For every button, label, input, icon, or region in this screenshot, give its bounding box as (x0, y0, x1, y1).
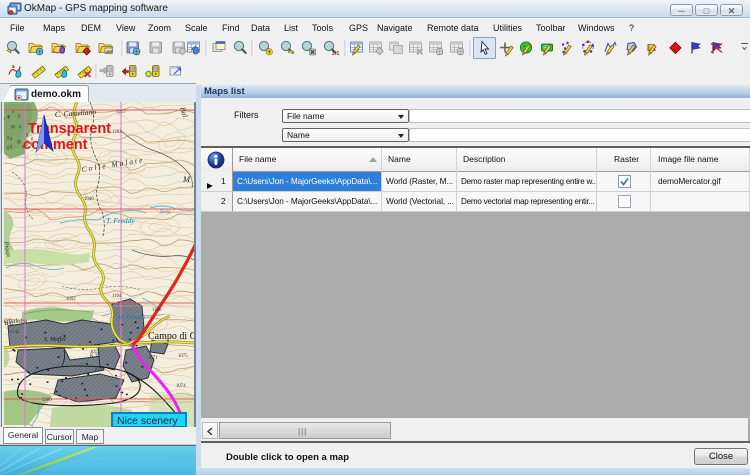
svg-text:S. Maffei: S. Maffei (44, 336, 66, 343)
svg-text:M. Fossato: M. Fossato (117, 315, 145, 321)
svg-text:1040: 1040 (84, 197, 94, 202)
svg-text:Nice scenery: Nice scenery (117, 415, 178, 427)
svg-text:1145: 1145 (10, 330, 20, 335)
svg-text:1143: 1143 (4, 322, 14, 327)
svg-text:1196: 1196 (152, 308, 162, 313)
svg-text:1:1: 1:1 (332, 51, 340, 57)
svg-text:Campo di G: Campo di G (148, 331, 194, 342)
svg-text:1074: 1074 (176, 384, 186, 389)
svg-text:comment: comment (23, 137, 88, 153)
svg-text:K.17: K.17 (90, 354, 100, 359)
svg-text:M: M (182, 174, 191, 184)
svg-text:1217: 1217 (116, 110, 126, 115)
svg-text:T. Freddy: T. Freddy (106, 216, 135, 225)
svg-text:1070: 1070 (94, 368, 104, 373)
svg-text:1104: 1104 (112, 294, 122, 299)
svg-text:1203: 1203 (112, 130, 122, 135)
svg-text:1300: 1300 (42, 398, 52, 403)
svg-text:1075: 1075 (178, 354, 188, 359)
svg-text:1071: 1071 (148, 356, 158, 361)
svg-text:Sorg.: Sorg. (160, 209, 172, 215)
svg-text:1092: 1092 (66, 297, 76, 302)
